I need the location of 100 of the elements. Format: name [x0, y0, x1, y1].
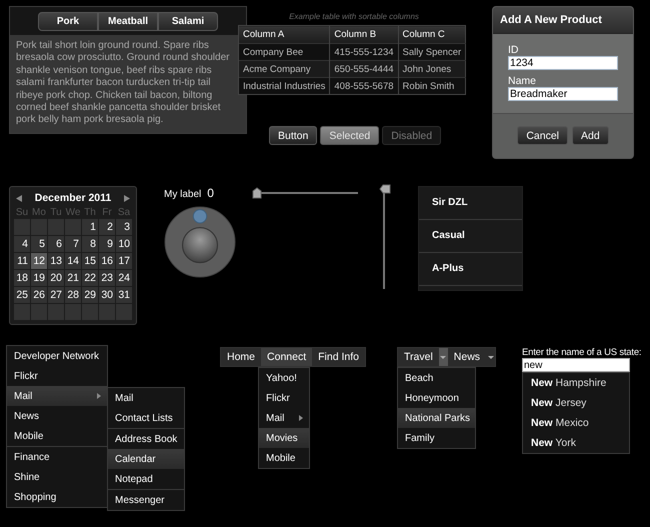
menu-item[interactable]: Shine: [7, 467, 107, 487]
menu-item[interactable]: Mobile: [7, 426, 107, 446]
calendar-day[interactable]: 5: [31, 236, 47, 252]
previous-icon[interactable]: [16, 194, 22, 202]
menu-item[interactable]: Family: [398, 428, 475, 448]
column-header[interactable]: Column C: [398, 26, 466, 44]
menu-item[interactable]: Messenger: [108, 490, 184, 510]
suggestion[interactable]: New Hampshire: [523, 373, 629, 393]
list-item[interactable]: A-Plus: [419, 253, 522, 286]
menu-bar-item[interactable]: Connect: [261, 348, 312, 366]
search-field[interactable]: new: [522, 358, 630, 372]
menu-item[interactable]: Movies: [259, 428, 309, 448]
field-label: Enter the name of a US state:: [522, 347, 642, 358]
calendar-day[interactable]: 12: [31, 253, 47, 269]
calendar-day[interactable]: 2: [99, 219, 115, 235]
menu-item[interactable]: Notepad: [108, 469, 184, 489]
suggestion[interactable]: New Jersey: [523, 393, 629, 413]
menu-item[interactable]: Beach: [398, 368, 475, 388]
dialog-button[interactable]: Cancel: [517, 126, 568, 145]
menu-bar-item[interactable]: Home: [221, 348, 262, 366]
tab[interactable]: Meatball: [98, 12, 158, 31]
list-item[interactable]: Casual: [419, 220, 522, 253]
menu-item[interactable]: National Parks: [398, 408, 475, 428]
tab[interactable]: Pork: [38, 12, 98, 31]
column-header[interactable]: Column B: [330, 26, 398, 44]
list-item[interactable]: Sir DZL: [419, 187, 522, 220]
calendar-day[interactable]: 24: [116, 270, 132, 286]
input-field[interactable]: Breadmaker: [508, 87, 618, 101]
menu-item[interactable]: Mail: [7, 386, 107, 406]
calendar-day[interactable]: 8: [82, 236, 98, 252]
calendar-day[interactable]: 27: [48, 287, 64, 303]
button[interactable]: Button: [269, 126, 318, 145]
calendar-day[interactable]: 10: [116, 236, 132, 252]
next-icon[interactable]: [124, 194, 130, 202]
calendar-day[interactable]: 20: [48, 270, 64, 286]
column-header[interactable]: Column A: [238, 26, 330, 44]
weekday-label: Su: [14, 207, 30, 218]
menu-item[interactable]: News: [7, 406, 107, 426]
weekday-label: Th: [83, 207, 97, 218]
weekday-label: We: [65, 207, 81, 218]
menu-item[interactable]: Contact Lists: [108, 408, 184, 428]
menu-item[interactable]: Developer Network: [7, 346, 107, 366]
table-cell: Acme Company: [238, 60, 330, 78]
menu-bar-item[interactable]: Find Info: [312, 348, 365, 366]
knob-reading: 0: [207, 186, 214, 200]
menu-item[interactable]: Mail: [259, 408, 309, 428]
table-cell: John Jones: [398, 60, 466, 78]
calendar-day[interactable]: 18: [14, 270, 30, 286]
calendar-day[interactable]: 22: [82, 270, 98, 286]
calendar-day[interactable]: 30: [99, 287, 115, 303]
table-cell: 408-555-5678: [330, 78, 398, 94]
suggestion[interactable]: New York: [523, 433, 629, 453]
caret-icon: [440, 356, 446, 358]
calendar-day[interactable]: 21: [65, 270, 81, 286]
weekday-label: Sa: [116, 207, 132, 218]
weekday-label: Mo: [31, 207, 47, 218]
dialog-button[interactable]: Add: [572, 126, 609, 145]
calendar-day[interactable]: 29: [82, 287, 98, 303]
menu-item[interactable]: Shopping: [7, 487, 107, 507]
calendar-day[interactable]: 9: [99, 236, 115, 252]
calendar-day[interactable]: 26: [31, 287, 47, 303]
input-field[interactable]: 1234: [508, 56, 618, 70]
calendar-day[interactable]: 19: [31, 270, 47, 286]
menu-item[interactable]: Flickr: [7, 366, 107, 386]
knob-label: My label: [164, 189, 202, 200]
dialog-title: Add A New Product: [493, 7, 633, 34]
table-caption: Example table with sortable columns: [288, 12, 420, 21]
calendar-day[interactable]: 15: [82, 253, 98, 269]
table-cell: Robin Smith: [398, 78, 466, 94]
knob[interactable]: [164, 206, 236, 278]
menu-bar-item[interactable]: Travel: [398, 348, 439, 366]
menu-bar-item[interactable]: News: [448, 348, 486, 366]
menu-item[interactable]: Mobile: [259, 448, 309, 468]
menu-item[interactable]: Finance: [7, 447, 107, 467]
menu-item[interactable]: Flickr: [259, 388, 309, 408]
calendar-day[interactable]: 17: [116, 253, 132, 269]
calendar-day[interactable]: 25: [14, 287, 30, 303]
calendar-day[interactable]: 7: [65, 236, 81, 252]
calendar-day[interactable]: 11: [14, 253, 30, 269]
menu-item[interactable]: Mail: [108, 388, 184, 408]
table-cell: Sally Spencer: [398, 44, 466, 60]
calendar-day[interactable]: 13: [48, 253, 64, 269]
calendar-day[interactable]: 1: [82, 219, 98, 235]
calendar-day[interactable]: 23: [99, 270, 115, 286]
calendar-day[interactable]: 3: [116, 219, 132, 235]
calendar-day[interactable]: 6: [48, 236, 64, 252]
calendar-day[interactable]: 16: [99, 253, 115, 269]
calendar-day[interactable]: 14: [65, 253, 81, 269]
menu-item[interactable]: Honeymoon: [398, 388, 475, 408]
menu-item[interactable]: Yahoo!: [259, 368, 309, 388]
calendar-day[interactable]: 31: [116, 287, 132, 303]
tab[interactable]: Salami: [158, 12, 218, 31]
slider[interactable]: [252, 187, 360, 199]
calendar-day[interactable]: 4: [14, 236, 30, 252]
slider[interactable]: [377, 183, 391, 291]
calendar-title: December 2011: [34, 192, 112, 204]
menu-item[interactable]: Calendar: [108, 449, 184, 469]
suggestion[interactable]: New Mexico: [523, 413, 629, 433]
calendar-day[interactable]: 28: [65, 287, 81, 303]
menu-item[interactable]: Address Book: [108, 429, 184, 449]
